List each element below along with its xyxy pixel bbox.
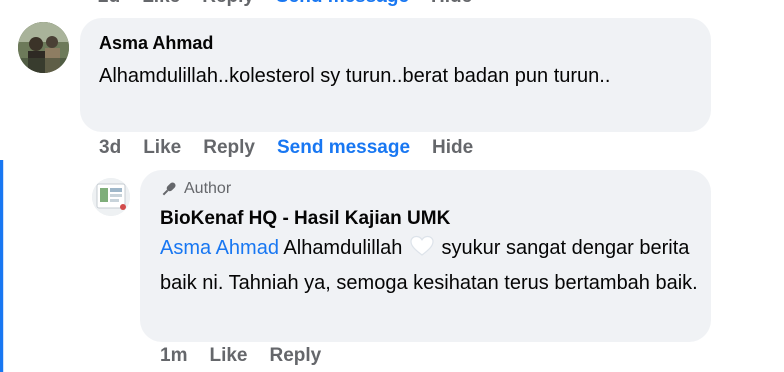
comment-actions: 3d Like Reply Send message Hide xyxy=(99,137,495,161)
reply-reply-button[interactable]: Reply xyxy=(270,345,322,369)
comment-time[interactable]: 3d xyxy=(99,137,121,161)
author-badge: Author xyxy=(160,180,231,198)
thread-line-shadow xyxy=(3,160,4,372)
reply-author-name[interactable]: BioKenaf HQ - Hasil Kajian UMK xyxy=(160,208,450,230)
previous-hide-button[interactable]: Hide xyxy=(431,0,472,10)
previous-like-button[interactable]: Like xyxy=(142,0,180,10)
hide-button[interactable]: Hide xyxy=(432,137,473,161)
send-message-button[interactable]: Send message xyxy=(277,137,410,161)
reply-text-start: Alhamdulillah xyxy=(283,237,403,259)
microphone-icon xyxy=(162,182,176,196)
comment-author-name[interactable]: Asma Ahmad xyxy=(99,33,213,54)
profile-photo-icon xyxy=(18,22,69,73)
previous-comment-time[interactable]: 2d xyxy=(98,0,120,10)
avatar[interactable] xyxy=(18,22,69,73)
like-button[interactable]: Like xyxy=(143,137,181,161)
reply-like-button[interactable]: Like xyxy=(209,345,247,369)
previous-reply-button[interactable]: Reply xyxy=(202,0,254,10)
reply-button[interactable]: Reply xyxy=(203,137,255,161)
previous-comment-actions: 2d Like Reply Send message Hide xyxy=(98,0,494,10)
reply-actions: 1m Like Reply xyxy=(160,345,343,369)
page-logo-icon xyxy=(92,178,130,216)
comment-text: Alhamdulillah..kolesterol sy turun..bera… xyxy=(99,65,611,87)
reply-avatar[interactable] xyxy=(92,178,130,216)
mention-link[interactable]: Asma Ahmad xyxy=(160,237,279,259)
reply-text: Asma Ahmad Alhamdulillah syukur sangat d… xyxy=(160,232,700,299)
reply-time[interactable]: 1m xyxy=(160,345,187,369)
previous-send-message-button[interactable]: Send message xyxy=(276,0,409,10)
white-heart-icon xyxy=(410,235,434,267)
author-badge-label: Author xyxy=(184,180,232,197)
